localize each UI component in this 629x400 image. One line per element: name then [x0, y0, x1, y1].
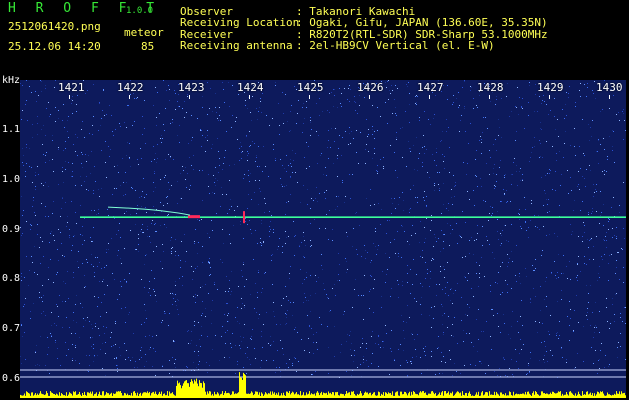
x-tick-label: 1424 — [237, 81, 264, 94]
y-tick-label: 1.1 — [2, 124, 21, 135]
x-tick-label: 1423 — [178, 81, 205, 94]
y-tick-label: 0.8 — [2, 273, 21, 284]
hrofft-window: H R O F F T 1.0.0 2512061420.png 25.12.0… — [0, 0, 629, 400]
x-tick-label: 1422 — [117, 81, 144, 94]
x-tick-mark — [189, 95, 190, 99]
x-tick-label: 1421 — [58, 81, 85, 94]
signal-histogram — [20, 372, 626, 398]
y-tick-label: 1.0 — [2, 174, 21, 185]
x-tick-label: 1426 — [357, 81, 384, 94]
y-tick-label: 0.9 — [2, 224, 21, 235]
info-antenna-key: Receiving antenna — [180, 39, 293, 52]
x-tick-mark — [309, 95, 310, 99]
app-version: 1.0.0 — [126, 6, 154, 16]
x-tick-label: 1430 — [596, 81, 623, 94]
noise-speckle — [20, 80, 626, 378]
info-antenna-value: : 2el-HB9CV Vertical (el. E-W) — [296, 39, 495, 52]
spectrogram-plot — [20, 80, 626, 398]
x-tick-label: 1428 — [477, 81, 504, 94]
x-tick-label: 1427 — [417, 81, 444, 94]
y-tick-label: 0.7 — [2, 323, 21, 334]
meteor-count-value: 85 — [141, 40, 155, 53]
x-tick-mark — [609, 95, 610, 99]
x-tick-mark — [69, 95, 70, 99]
meteor-count-label: meteor — [124, 26, 164, 39]
image-filename: 2512061420.png — [8, 20, 101, 33]
x-tick-mark — [489, 95, 490, 99]
y-tick-label: 0.6 — [2, 373, 21, 384]
spectrogram-canvas — [20, 80, 626, 398]
x-tick-mark — [549, 95, 550, 99]
x-tick-label: 1429 — [537, 81, 564, 94]
x-tick-mark — [129, 95, 130, 99]
x-tick-mark — [369, 95, 370, 99]
y-axis-unit: kHz — [2, 75, 21, 86]
observation-datetime: 25.12.06 14:20 — [8, 40, 101, 53]
x-tick-mark — [429, 95, 430, 99]
x-tick-mark — [249, 95, 250, 99]
meteor-trail — [107, 206, 191, 216]
meteor-echo-mark — [243, 211, 245, 224]
x-tick-label: 1425 — [297, 81, 324, 94]
